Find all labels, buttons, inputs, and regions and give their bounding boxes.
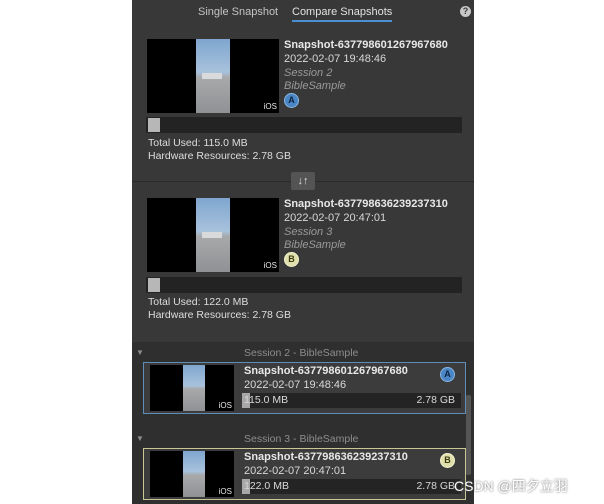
snapshot-a-title: Snapshot-637798601267967680 — [284, 39, 448, 51]
snapshot-b-session: Session 3 — [284, 226, 333, 238]
scene-preview — [183, 451, 205, 497]
snapshot-b-badge: B — [284, 252, 299, 267]
snapshot-a-date: 2022-02-07 19:48:46 — [284, 53, 387, 65]
list-item-title: Snapshot-637798601267967680 — [244, 365, 408, 377]
snapshot-b-usage-bar — [146, 277, 462, 293]
session-header: Session 3 - BibleSample — [244, 433, 359, 445]
collapse-triangle-icon[interactable]: ▼ — [136, 434, 144, 443]
snapshot-a-usage-bar — [146, 117, 462, 133]
snapshot-thumbnail: iOS — [150, 451, 234, 497]
list-item-badge-b: B — [440, 453, 455, 468]
usage-fill — [148, 118, 160, 132]
snapshot-b-total-used: Total Used: 122.0 MB — [148, 296, 249, 308]
list-item-title: Snapshot-637798636239237310 — [244, 451, 408, 463]
watermark: CSDN @四夕立羽 — [454, 478, 568, 494]
platform-label: iOS — [263, 102, 277, 111]
list-item-hardware: 2.78 GB — [416, 480, 455, 492]
snapshot-b-screenshot: iOS — [147, 198, 279, 272]
session-header: Session 2 - BibleSample — [244, 347, 359, 359]
usage-fill — [148, 278, 160, 292]
list-item-hardware: 2.78 GB — [416, 394, 455, 406]
platform-label: iOS — [218, 401, 232, 410]
help-icon[interactable]: ? — [460, 6, 471, 17]
snapshot-list-item-b[interactable]: iOS Snapshot-637798636239237310 2022-02-… — [143, 448, 466, 500]
snapshot-b-hardware: Hardware Resources: 2.78 GB — [148, 309, 291, 321]
snapshot-b-date: 2022-02-07 20:47:01 — [284, 212, 387, 224]
list-item-used: 122.0 MB — [244, 480, 289, 492]
memory-profiler-panel: Single Snapshot Compare Snapshots ? iOS … — [132, 0, 474, 504]
list-item-date: 2022-02-07 20:47:01 — [244, 465, 347, 477]
list-item-date: 2022-02-07 19:48:46 — [244, 379, 347, 391]
scene-preview — [196, 198, 230, 272]
scene-preview — [183, 365, 205, 411]
list-scrollbar[interactable] — [466, 395, 471, 475]
collapse-triangle-icon[interactable]: ▼ — [136, 348, 144, 357]
platform-label: iOS — [263, 261, 277, 270]
list-item-usage-bar: 115.0 MB 2.78 GB — [242, 393, 461, 408]
tab-single-snapshot[interactable]: Single Snapshot — [198, 6, 278, 18]
scene-preview — [196, 39, 230, 113]
session-list[interactable]: ▼ Session 2 - BibleSample iOS Snapshot-6… — [132, 342, 474, 504]
swap-snapshots-button[interactable]: ↓↑ — [291, 172, 315, 190]
swap-vertical-icon: ↓↑ — [297, 175, 309, 187]
snapshot-b-title: Snapshot-637798636239237310 — [284, 198, 448, 210]
snapshot-b-project: BibleSample — [284, 239, 346, 251]
list-item-usage-bar: 122.0 MB 2.78 GB — [242, 479, 461, 494]
tab-compare-snapshots[interactable]: Compare Snapshots — [292, 6, 393, 22]
snapshot-list-item-a[interactable]: iOS Snapshot-637798601267967680 2022-02-… — [143, 362, 466, 414]
snapshot-a-total-used: Total Used: 115.0 MB — [148, 137, 248, 149]
list-item-used: 115.0 MB — [244, 394, 289, 406]
snapshot-a-screenshot: iOS — [147, 39, 279, 113]
platform-label: iOS — [218, 487, 232, 496]
snapshot-a-hardware: Hardware Resources: 2.78 GB — [148, 150, 291, 162]
snapshot-a-project: BibleSample — [284, 80, 346, 92]
snapshot-thumbnail: iOS — [150, 365, 234, 411]
snapshot-a-badge: A — [284, 93, 299, 108]
view-tabs: Single Snapshot Compare Snapshots ? — [132, 0, 474, 26]
snapshot-a-session: Session 2 — [284, 67, 333, 79]
list-item-badge-a: A — [440, 367, 455, 382]
